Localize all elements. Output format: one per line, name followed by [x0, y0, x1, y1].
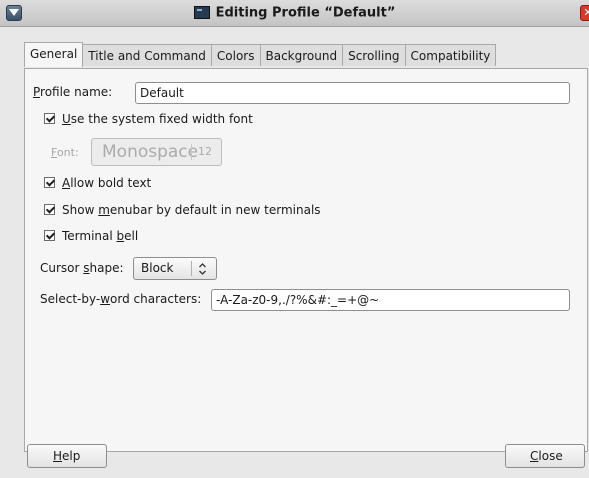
use-system-font-mnemonic: U	[62, 112, 71, 126]
font-name: Monospace	[102, 142, 199, 162]
use-system-font-checkbox[interactable]: Use the system fixed width font	[44, 108, 253, 130]
close-label: lose	[538, 449, 563, 463]
font-size: 12	[198, 145, 212, 158]
select-by-word-mnemonic: w	[100, 292, 111, 306]
select-by-word-label-text: ord characters:	[110, 292, 202, 306]
close-button[interactable]: Close	[505, 444, 585, 468]
cursor-shape-label-text: hape:	[89, 261, 124, 275]
checkbox-checked-icon	[44, 177, 55, 188]
cursor-shape-label: Cursor shape:	[40, 257, 124, 279]
select-by-word-label: Select-by-word characters:	[40, 288, 201, 310]
checkbox-checked-icon	[44, 230, 55, 241]
window-title-area: Editing Profile “Default”	[0, 0, 589, 26]
help-mnemonic: H	[53, 449, 63, 463]
terminal-bell-mnemonic: b	[116, 229, 125, 243]
cursor-shape-value: Block	[141, 261, 174, 275]
profile-name-label: Profile name:	[33, 81, 112, 103]
show-menubar-label: enubar by default in new terminals	[109, 203, 321, 217]
allow-bold-label: llow bold text	[70, 176, 152, 190]
cursor-shape-select[interactable]: Block	[133, 257, 217, 280]
tab-compatibility[interactable]: Compatibility	[404, 44, 497, 66]
terminal-bell-label-pre: Terminal	[62, 229, 117, 243]
cursor-shape-label-pre: Cursor	[40, 261, 84, 275]
terminal-bell-checkbox[interactable]: Terminal bell	[44, 225, 138, 247]
font-chooser-button[interactable]: Monospace 12	[91, 138, 222, 166]
profile-name-label-text: rofile name:	[40, 85, 113, 99]
show-menubar-label-pre: Show	[62, 203, 99, 217]
terminal-bell-label: ell	[124, 229, 139, 243]
help-button[interactable]: Help	[27, 444, 107, 468]
tab-scrolling[interactable]: Scrolling	[342, 44, 406, 66]
help-label: elp	[62, 449, 81, 463]
tab-bar: General Title and Command Colors Backgro…	[24, 42, 497, 68]
tab-general[interactable]: General	[24, 42, 84, 67]
show-menubar-mnemonic: m	[98, 203, 110, 217]
tab-background[interactable]: Background	[259, 44, 344, 66]
font-label-text: ont:	[56, 146, 79, 159]
terminal-icon	[193, 6, 210, 19]
checkbox-checked-icon	[44, 204, 55, 215]
window-title: Editing Profile “Default”	[215, 5, 396, 21]
profile-name-input[interactable]: Default	[135, 82, 570, 104]
allow-bold-checkbox[interactable]: Allow bold text	[44, 172, 151, 194]
profile-name-mnemonic: P	[33, 85, 41, 99]
combo-separator	[191, 261, 192, 276]
tab-colors[interactable]: Colors	[210, 44, 261, 66]
font-separator	[191, 144, 192, 160]
allow-bold-mnemonic: A	[62, 176, 71, 190]
window-close-button[interactable]: ✕	[580, 5, 589, 21]
use-system-font-label: se the system fixed width font	[70, 112, 253, 126]
updown-arrows-icon	[199, 263, 206, 275]
font-label: Font:	[51, 142, 79, 164]
checkbox-checked-icon	[44, 113, 55, 124]
select-by-word-input[interactable]: -A-Za-z0-9,./?%&#:_=+@~	[211, 289, 570, 311]
title-bar: Editing Profile “Default” ✕	[0, 0, 589, 27]
show-menubar-checkbox[interactable]: Show menubar by default in new terminals	[44, 199, 321, 221]
tab-title-and-command[interactable]: Title and Command	[82, 44, 212, 66]
close-icon: ✕	[583, 6, 589, 19]
select-by-word-label-pre: Select-by-	[40, 292, 101, 306]
